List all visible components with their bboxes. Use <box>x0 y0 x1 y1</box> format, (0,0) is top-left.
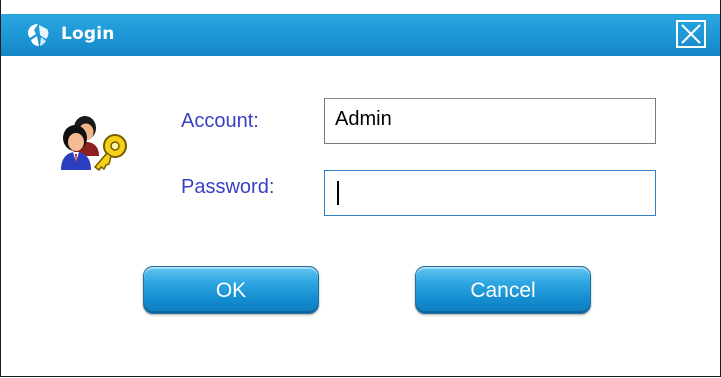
close-icon <box>681 24 701 44</box>
account-label: Account: <box>181 110 259 132</box>
text-caret <box>337 181 339 205</box>
cancel-button[interactable]: Cancel <box>415 266 591 314</box>
login-dialog: Login Account: Admin Password: OK Cancel <box>0 0 721 377</box>
ok-button[interactable]: OK <box>143 266 319 314</box>
dialog-title: Login <box>61 24 115 44</box>
account-input-value: Admin <box>335 108 392 130</box>
title-bar[interactable]: Login <box>1 0 720 56</box>
password-label: Password: <box>181 176 275 198</box>
users-with-key-icon <box>51 112 131 178</box>
account-input[interactable]: Admin <box>324 98 656 144</box>
close-button[interactable] <box>676 20 706 48</box>
password-input[interactable] <box>324 170 656 216</box>
login-app-icon <box>25 22 51 48</box>
